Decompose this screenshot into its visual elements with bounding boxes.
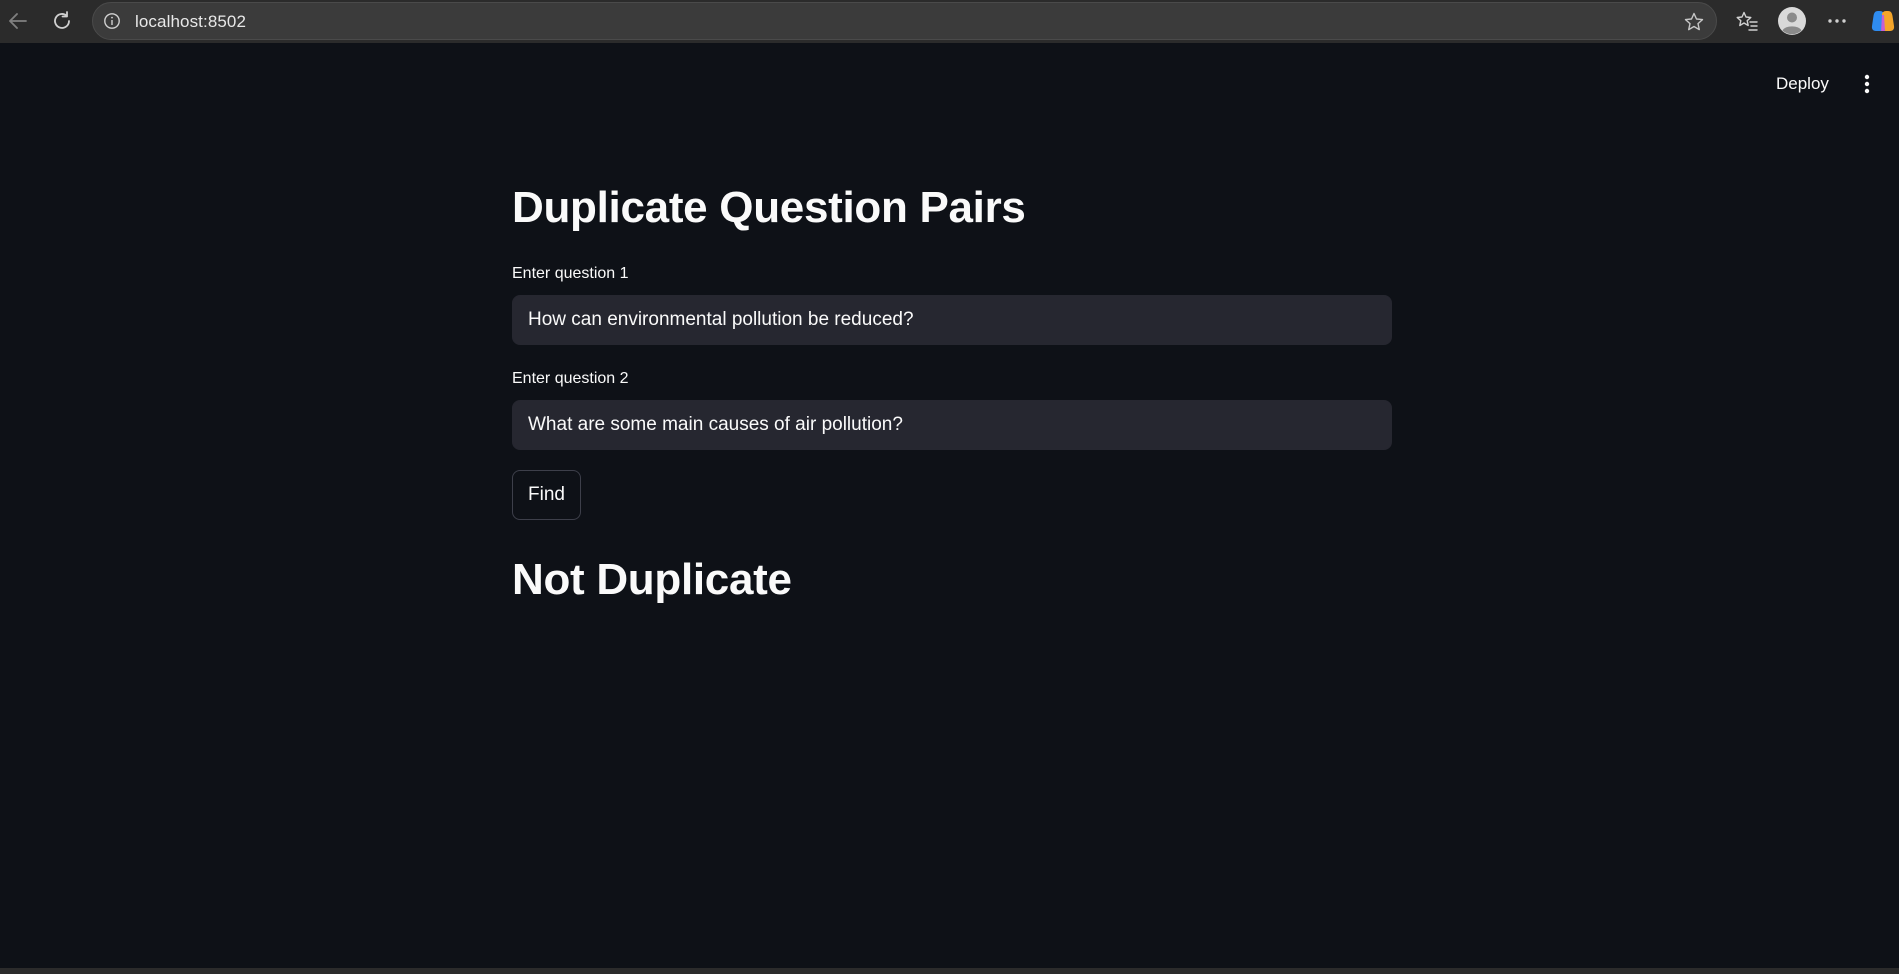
streamlit-app: Deploy Duplicate Question Pairs Enter qu… [0,43,1899,968]
find-button[interactable]: Find [512,470,581,520]
more-horizontal-icon[interactable] [1822,6,1852,36]
browser-toolbar: localhost:8502 [0,0,1899,43]
question2-input[interactable] [512,400,1392,450]
arrow-left-icon [9,13,27,29]
question1-input[interactable] [512,295,1392,345]
star-icon[interactable] [1682,10,1706,34]
reload-button[interactable] [46,5,78,37]
url-text[interactable]: localhost:8502 [135,12,246,32]
question1-label: Enter question 1 [512,265,629,282]
copilot-icon[interactable] [1868,6,1898,36]
window-bottom-edge [0,968,1899,974]
back-button[interactable] [2,5,34,37]
profile-icon[interactable] [1777,6,1807,36]
reload-icon [54,11,70,29]
page-title: Duplicate Question Pairs [512,183,1026,232]
result-heading: Not Duplicate [512,555,792,604]
address-bar[interactable]: localhost:8502 [92,2,1717,40]
question2-label: Enter question 2 [512,370,629,387]
info-icon[interactable] [103,12,121,30]
deploy-button[interactable]: Deploy [1770,69,1835,99]
more-vertical-icon[interactable] [1853,68,1881,100]
favorites-icon[interactable] [1732,6,1762,36]
